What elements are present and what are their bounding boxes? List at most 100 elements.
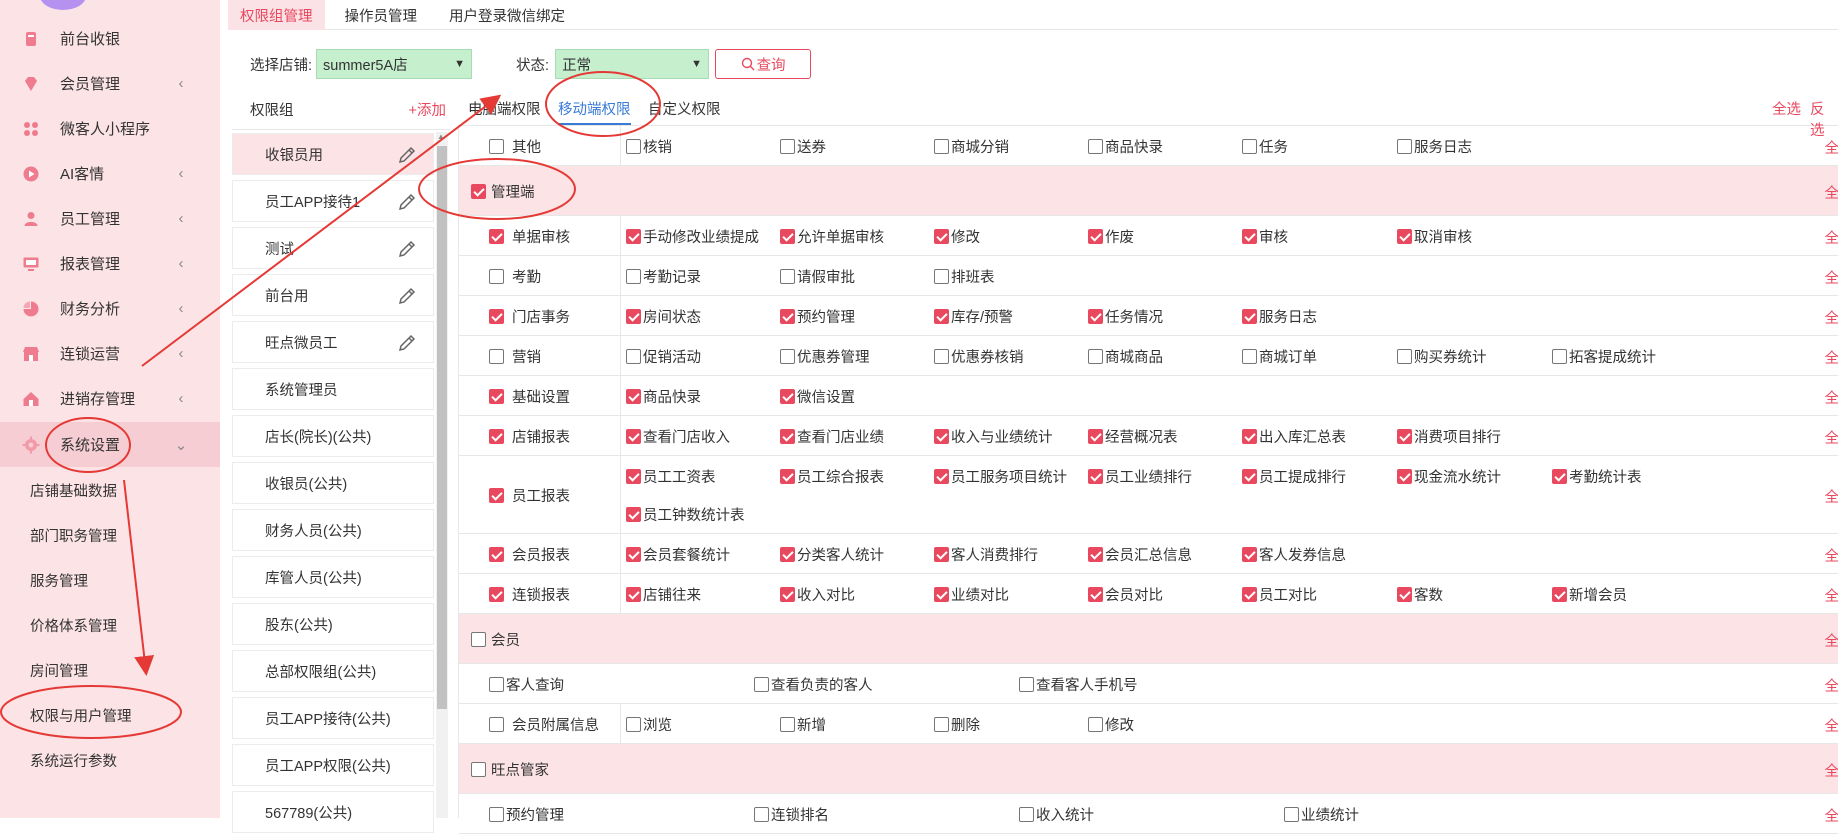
permission-checkbox[interactable] — [1088, 717, 1103, 732]
permission-checkbox[interactable] — [1088, 309, 1103, 324]
permission-option[interactable]: 优惠券核销 — [934, 336, 1024, 376]
group-item[interactable]: 前台用 — [232, 274, 434, 316]
permission-checkbox[interactable] — [1397, 139, 1412, 154]
row-checkbox[interactable] — [489, 139, 504, 154]
edit-pencil-icon[interactable] — [397, 145, 417, 165]
row-toggle[interactable]: 其他 — [489, 126, 541, 166]
row-checkbox[interactable] — [489, 488, 504, 503]
group-scrollbar[interactable]: ▲ — [436, 132, 448, 818]
permission-checkbox[interactable] — [780, 717, 795, 732]
permission-option[interactable]: 分类客人统计 — [780, 534, 884, 574]
permission-checkbox[interactable] — [626, 507, 641, 522]
permission-checkbox[interactable] — [780, 229, 795, 244]
sidebar-subitem-7[interactable]: 系统运行参数 — [0, 738, 220, 783]
permission-checkbox[interactable] — [934, 309, 949, 324]
permission-option[interactable]: 优惠券管理 — [780, 336, 870, 376]
status-select[interactable]: 正常 ▼ — [555, 49, 709, 79]
sidebar-item-2[interactable]: 会员管理‹ — [0, 61, 220, 106]
permission-option[interactable]: 客人查询 — [489, 664, 564, 704]
permission-checkbox[interactable] — [489, 677, 504, 692]
permission-checkbox[interactable] — [1284, 807, 1299, 822]
group-item[interactable]: 店长(院长)(公共) — [232, 415, 434, 457]
permission-checkbox[interactable] — [934, 587, 949, 602]
permission-option[interactable]: 会员对比 — [1088, 574, 1163, 614]
permission-option[interactable]: 现金流水统计 — [1397, 456, 1501, 496]
permission-option[interactable]: 查看门店收入 — [626, 416, 730, 456]
permission-option[interactable]: 员工综合报表 — [780, 456, 884, 496]
permission-checkbox[interactable] — [934, 229, 949, 244]
row-toggle[interactable]: 员工报表 — [489, 456, 570, 534]
permission-checkbox[interactable] — [934, 469, 949, 484]
permission-checkbox[interactable] — [780, 587, 795, 602]
row-select-all-button[interactable]: 全 — [1825, 486, 1838, 507]
row-checkbox[interactable] — [489, 269, 504, 284]
permission-option[interactable]: 消费项目排行 — [1397, 416, 1501, 456]
permission-checkbox[interactable] — [1088, 469, 1103, 484]
row-select-all-button[interactable]: 全 — [1825, 805, 1838, 826]
permission-checkbox[interactable] — [1088, 139, 1103, 154]
row-select-all-button[interactable]: 全 — [1825, 585, 1838, 606]
permission-checkbox[interactable] — [780, 389, 795, 404]
permission-option[interactable]: 员工提成排行 — [1242, 456, 1346, 496]
select-all-button[interactable]: 全选 — [1772, 98, 1801, 119]
permission-checkbox[interactable] — [780, 429, 795, 444]
permission-option[interactable]: 商品快录 — [1088, 126, 1163, 166]
permission-option[interactable]: 查看负责的客人 — [754, 664, 873, 704]
tab-mobile-permission[interactable]: 移动端权限 — [558, 98, 631, 119]
row-select-all-button[interactable]: 全 — [1825, 545, 1838, 566]
permission-checkbox[interactable] — [626, 547, 641, 562]
permission-checkbox[interactable] — [626, 269, 641, 284]
permission-checkbox[interactable] — [626, 139, 641, 154]
permission-checkbox[interactable] — [626, 429, 641, 444]
permission-checkbox[interactable] — [1019, 807, 1034, 822]
permission-option[interactable]: 新增会员 — [1552, 574, 1627, 614]
permission-option[interactable]: 收入统计 — [1019, 794, 1094, 834]
sidebar-item-4[interactable]: AI客情‹ — [0, 151, 220, 196]
permission-checkbox[interactable] — [489, 807, 504, 822]
permission-checkbox[interactable] — [780, 269, 795, 284]
avatar[interactable] — [40, 0, 86, 10]
permission-option[interactable]: 会员汇总信息 — [1088, 534, 1192, 574]
row-select-all-button[interactable]: 全 — [1825, 427, 1838, 448]
permission-option[interactable]: 作废 — [1088, 216, 1134, 256]
permission-option[interactable]: 客人消费排行 — [934, 534, 1038, 574]
permission-checkbox[interactable] — [626, 389, 641, 404]
permission-option[interactable]: 查看门店业绩 — [780, 416, 884, 456]
permission-option[interactable]: 请假审批 — [780, 256, 855, 296]
permission-option[interactable]: 促销活动 — [626, 336, 701, 376]
permission-checkbox[interactable] — [1019, 677, 1034, 692]
permission-checkbox[interactable] — [1242, 547, 1257, 562]
sidebar-subitem-1[interactable]: 店铺基础数据 — [0, 468, 220, 513]
query-button[interactable]: 查询 — [715, 49, 811, 79]
permission-option[interactable]: 预约管理 — [780, 296, 855, 336]
row-checkbox[interactable] — [489, 389, 504, 404]
sidebar-item-6[interactable]: 报表管理‹ — [0, 241, 220, 286]
permission-option[interactable]: 收入与业绩统计 — [934, 416, 1053, 456]
group-item[interactable]: 股东(公共) — [232, 603, 434, 645]
permission-option[interactable]: 浏览 — [626, 704, 672, 744]
permission-option[interactable]: 经营概况表 — [1088, 416, 1178, 456]
permission-option[interactable]: 购买券统计 — [1397, 336, 1487, 376]
group-item[interactable]: 员工APP接待(公共) — [232, 697, 434, 739]
section-checkbox[interactable] — [471, 184, 486, 199]
permission-option[interactable]: 修改 — [1088, 704, 1134, 744]
row-checkbox[interactable] — [489, 309, 504, 324]
permission-option[interactable]: 库存/预警 — [934, 296, 1013, 336]
permission-checkbox[interactable] — [1397, 429, 1412, 444]
tab-pc-permission[interactable]: 电脑端权限 — [468, 98, 541, 119]
row-select-all-button[interactable]: 全 — [1825, 182, 1838, 203]
edit-pencil-icon[interactable] — [397, 286, 417, 306]
row-checkbox[interactable] — [489, 429, 504, 444]
row-select-all-button[interactable]: 全 — [1825, 267, 1838, 288]
permission-checkbox[interactable] — [780, 139, 795, 154]
section-checkbox[interactable] — [471, 762, 486, 777]
permission-checkbox[interactable] — [1552, 469, 1567, 484]
permission-checkbox[interactable] — [934, 349, 949, 364]
permission-checkbox[interactable] — [780, 469, 795, 484]
row-toggle[interactable]: 连锁报表 — [489, 574, 570, 614]
row-checkbox[interactable] — [489, 229, 504, 244]
permission-option[interactable]: 会员套餐统计 — [626, 534, 730, 574]
permission-checkbox[interactable] — [626, 349, 641, 364]
group-item[interactable]: 收银员用 — [232, 133, 434, 175]
permission-checkbox[interactable] — [1552, 349, 1567, 364]
